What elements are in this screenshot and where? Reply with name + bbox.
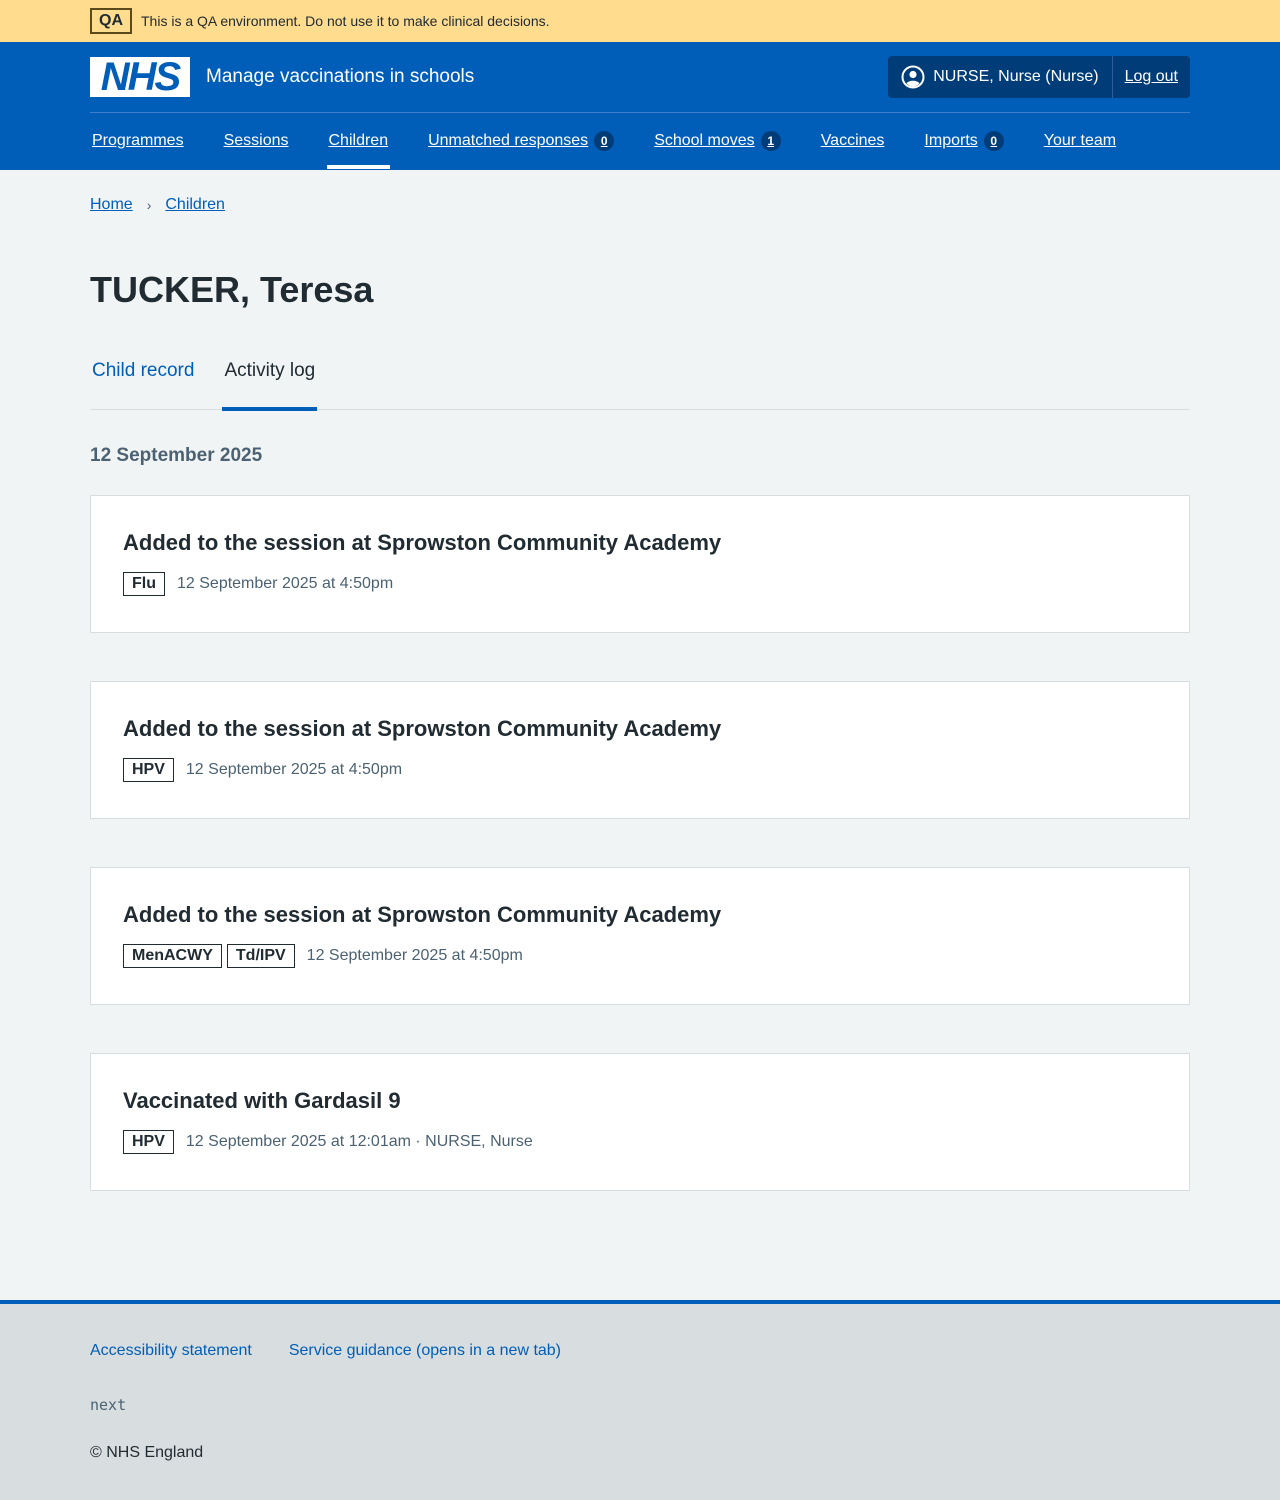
env-tag: QA	[90, 8, 132, 34]
activity-title: Vaccinated with Gardasil 9	[123, 1088, 401, 1113]
user-name: NURSE, Nurse (Nurse)	[933, 68, 1099, 85]
activity-meta: HPV 12 September 2025 at 12:01am · NURSE,…	[123, 1130, 1157, 1154]
nav-item-label: School moves	[654, 132, 755, 149]
brand[interactable]: NHS Manage vaccinations in schools	[90, 57, 474, 97]
nav-item-programmes[interactable]: Programmes	[90, 113, 186, 169]
chevron-right-icon: ›	[146, 197, 152, 213]
activity-timestamp: 12 September 2025 at 4:50pm	[185, 761, 403, 778]
accessibility-statement-link[interactable]: Accessibility statement	[90, 1342, 252, 1360]
nav-item-school-moves[interactable]: School moves 1	[652, 113, 783, 169]
page-title: TUCKER, Teresa	[90, 269, 374, 310]
count-badge: 1	[760, 131, 781, 151]
footer: Accessibility statement Service guidance…	[0, 1300, 1280, 1500]
user-icon	[901, 65, 925, 89]
nav-item-unmatched-responses[interactable]: Unmatched responses 0	[426, 113, 616, 169]
activity-card: Added to the session at Sprowston Commun…	[90, 867, 1190, 1005]
account-menu: NURSE, Nurse (Nurse) Log out	[888, 56, 1190, 98]
activity-timestamp: 12 September 2025 at 4:50pm	[177, 575, 394, 592]
programme-tag: MenACWY	[123, 944, 222, 968]
activity-timestamp: 12 September 2025 at 12:01am · NURSE, Nu…	[185, 1133, 533, 1150]
env-warning-text: This is a QA environment. Do not use it …	[141, 13, 550, 29]
nav-item-label: Unmatched responses	[428, 132, 589, 149]
activity-title: Added to the session at Sprowston Commun…	[123, 902, 722, 927]
service-guidance-link[interactable]: Service guidance (opens in a new tab)	[289, 1342, 561, 1360]
nav-item-imports[interactable]: Imports 0	[922, 113, 1005, 169]
environment-banner: QA This is a QA environment. Do not use …	[0, 0, 1280, 42]
activity-title: Added to the session at Sprowston Commun…	[123, 716, 722, 741]
count-badge: 0	[983, 131, 1004, 151]
activity-timestamp: 12 September 2025 at 4:50pm	[306, 947, 523, 964]
nav-item-children[interactable]: Children	[326, 113, 391, 169]
copyright: © NHS England	[90, 1444, 204, 1461]
nav-item-sessions[interactable]: Sessions	[222, 113, 291, 169]
nav-item-label: Your team	[1043, 132, 1117, 149]
programme-tag: Flu	[123, 572, 165, 596]
activity-card: Added to the session at Sprowston Commun…	[90, 495, 1190, 633]
activity-card: Added to the session at Sprowston Commun…	[90, 681, 1190, 819]
activity-card: Vaccinated with Gardasil 9 HPV 12 Septembe…	[90, 1053, 1190, 1191]
nav-item-label: Imports	[924, 132, 978, 149]
nhs-logo[interactable]: NHS	[90, 57, 190, 97]
breadcrumb-home[interactable]: Home	[90, 196, 133, 214]
date-heading: 12 September 2025	[90, 445, 263, 466]
breadcrumb: Home › Children	[90, 170, 1190, 214]
tab-child-record[interactable]: Child record	[90, 356, 196, 410]
account-user: NURSE, Nurse (Nurse)	[888, 56, 1113, 98]
programme-tag: HPV	[123, 1130, 174, 1154]
primary-navigation: Programmes Sessions Children Unmatched resp…	[90, 113, 1190, 169]
nav-item-label: Programmes	[92, 132, 184, 149]
activity-meta: HPV 12 September 2025 at 4:50pm	[123, 758, 1157, 782]
activity-title: Added to the session at Sprowston Commun…	[123, 530, 722, 555]
app-version: next	[90, 1396, 127, 1414]
sub-navigation: Child record Activity log	[90, 356, 1190, 411]
programme-tag: Td/IPV	[226, 944, 295, 968]
activity-meta: Flu 12 September 2025 at 4:50pm	[123, 572, 1157, 596]
activity-log-list: Added to the session at Sprowston Commun…	[90, 495, 1190, 1191]
nav-item-label: Children	[328, 132, 389, 149]
nav-item-label: Sessions	[223, 132, 289, 149]
count-badge: 0	[594, 131, 615, 151]
programme-tag: HPV	[123, 758, 174, 782]
service-name[interactable]: Manage vaccinations in schools	[206, 66, 474, 88]
breadcrumb-children[interactable]: Children	[165, 196, 225, 214]
header: NHS Manage vaccinations in schools NURSE…	[0, 42, 1280, 170]
logout-link[interactable]: Log out	[1113, 56, 1190, 98]
nav-item-label: Vaccines	[820, 132, 885, 149]
nav-item-your-team[interactable]: Your team	[1042, 113, 1118, 169]
activity-meta: MenACWY Td/IPV 12 September 2025 at 4:50pm	[123, 944, 1157, 968]
nav-item-vaccines[interactable]: Vaccines	[819, 113, 887, 169]
tab-activity-log[interactable]: Activity log	[222, 356, 318, 411]
